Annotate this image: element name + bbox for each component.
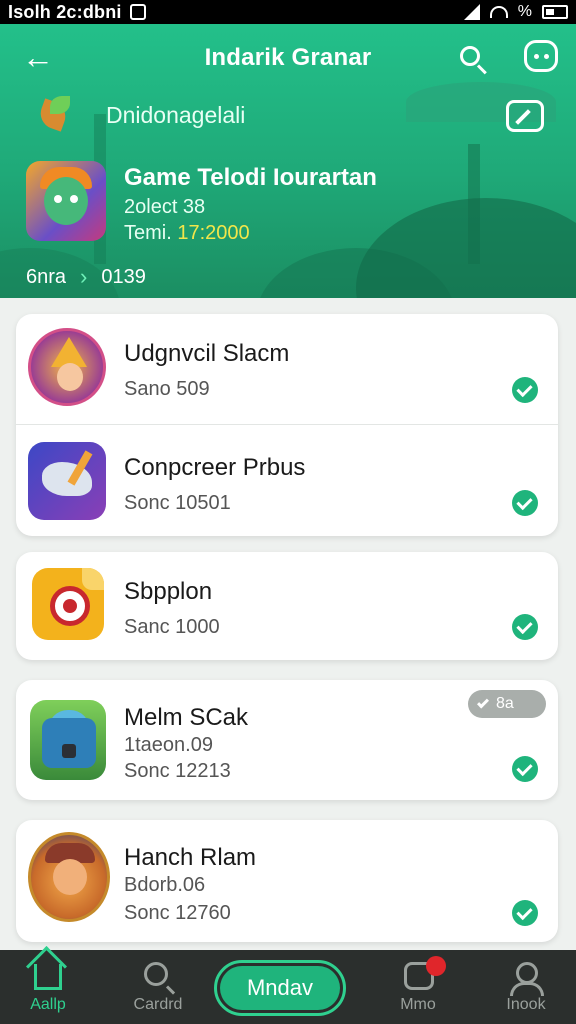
- nav-item-search[interactable]: Cardrd: [110, 950, 206, 1024]
- time-value: 17:2000: [177, 222, 250, 244]
- notification-badge: [426, 956, 446, 976]
- notification-icon: [129, 4, 146, 20]
- icon-part: [57, 363, 83, 391]
- edit-icon: [515, 109, 531, 125]
- list-item[interactable]: Udgnvcil Slacm Sano 509: [16, 314, 558, 424]
- list-item[interactable]: Conpcreer Prbus Sonc 10501: [16, 424, 558, 536]
- check-small-icon: [476, 696, 490, 709]
- icon-part: [53, 859, 87, 895]
- featured-game-meta: 2olect 38: [124, 196, 206, 218]
- app-card[interactable]: 8a Melm SCak 1taeon.09 Sonc 12213: [16, 680, 558, 800]
- nav-label: Inook: [506, 996, 546, 1013]
- search-button[interactable]: [456, 42, 490, 76]
- search-icon: [144, 962, 168, 986]
- check-icon[interactable]: [512, 614, 538, 640]
- center-action-button[interactable]: Mndav: [214, 960, 346, 1016]
- status-right: %: [463, 3, 568, 21]
- app-name: Sbpplon: [124, 578, 213, 605]
- icon-part: [42, 718, 96, 768]
- status-badge[interactable]: 8a: [468, 690, 546, 718]
- edit-button[interactable]: [506, 100, 544, 132]
- breadcrumb-left[interactable]: 6nra: [26, 266, 66, 289]
- app-subline: 1taeon.09: [124, 734, 213, 756]
- header-subtitle: Dnidonagelali: [106, 102, 246, 128]
- check-icon[interactable]: [512, 490, 538, 516]
- breadcrumb-right[interactable]: 0139: [101, 266, 146, 289]
- chevron-right-icon: ›: [80, 264, 88, 289]
- chat-icon-dot: [544, 54, 549, 59]
- wizard-icon: [28, 328, 106, 406]
- status-time: Isolh 2c:dbni: [8, 1, 122, 22]
- bottom-nav: Aallp Cardrd Mndav Mmo Inook: [0, 950, 576, 1024]
- check-icon[interactable]: [512, 900, 538, 926]
- featured-game-icon[interactable]: [26, 161, 106, 241]
- nav-label: Mmo: [400, 996, 436, 1013]
- nav-label: Cardrd: [133, 996, 183, 1013]
- icon-part: [44, 177, 88, 225]
- app-score: Sonc 12213: [124, 760, 231, 782]
- battery-icon: [542, 5, 568, 19]
- nav-label: Aallp: [30, 996, 66, 1013]
- app-score: Sonc 12760: [124, 902, 231, 924]
- background-hill: [356, 198, 576, 298]
- header: ← Indarik Granar Dnidonagelali Game Telo…: [0, 24, 576, 298]
- pirate-icon: [28, 832, 110, 922]
- center-action-label: Mndav: [220, 966, 340, 1010]
- nav-item-profile[interactable]: Inook: [478, 950, 574, 1024]
- app-name: Hanch Rlam: [124, 844, 257, 871]
- target-icon: [32, 568, 104, 640]
- chat-icon: [534, 54, 539, 59]
- app-subline: Bdorb.06: [124, 874, 206, 896]
- icon-part: [82, 568, 104, 590]
- check-icon[interactable]: [512, 377, 538, 403]
- search-icon: [460, 46, 480, 66]
- chat-button[interactable]: [524, 40, 558, 72]
- robot-icon: [30, 700, 106, 780]
- app-card[interactable]: Sbpplon Sanc 1000: [16, 552, 558, 660]
- wolf-icon: [28, 442, 106, 520]
- wifi-icon: [489, 6, 508, 18]
- featured-game-name[interactable]: Game Telodi Iourartan: [124, 164, 377, 192]
- app-score: Sano 509: [124, 378, 210, 400]
- app-name: Melm SCak: [124, 704, 249, 731]
- search-icon-handle: [476, 64, 487, 75]
- app-score: Sonc 10501: [124, 492, 231, 514]
- breadcrumb[interactable]: 6nra › 0139: [26, 264, 146, 290]
- icon-part: [54, 195, 62, 203]
- signal-icon: [463, 4, 480, 20]
- featured-game-time: Temi. 17:2000: [124, 222, 250, 245]
- badge-label: 8a: [496, 695, 514, 712]
- time-label: Temi.: [124, 222, 178, 244]
- icon-part: [70, 195, 78, 203]
- profile-icon: [516, 962, 538, 984]
- leaf-logo-part: [50, 96, 70, 114]
- nav-item-messages[interactable]: Mmo: [370, 950, 466, 1024]
- app-card[interactable]: Hanch Rlam Bdorb.06 Sonc 12760: [16, 820, 558, 942]
- app-card: Udgnvcil Slacm Sano 509 Conpcreer Prbus …: [16, 314, 558, 536]
- app-score: Sanc 1000: [124, 616, 220, 638]
- check-icon[interactable]: [512, 756, 538, 782]
- icon-part: [63, 599, 77, 613]
- app-name: Udgnvcil Slacm: [124, 340, 290, 367]
- battery-percent: %: [517, 3, 532, 20]
- profile-icon-body: [510, 982, 544, 996]
- leaf-logo-icon: [34, 94, 74, 134]
- icon-part: [62, 744, 76, 758]
- home-icon: [34, 964, 62, 990]
- nav-item-home[interactable]: Aallp: [0, 950, 96, 1024]
- app-name: Conpcreer Prbus: [124, 454, 306, 481]
- status-bar: Isolh 2c:dbni %: [0, 0, 576, 24]
